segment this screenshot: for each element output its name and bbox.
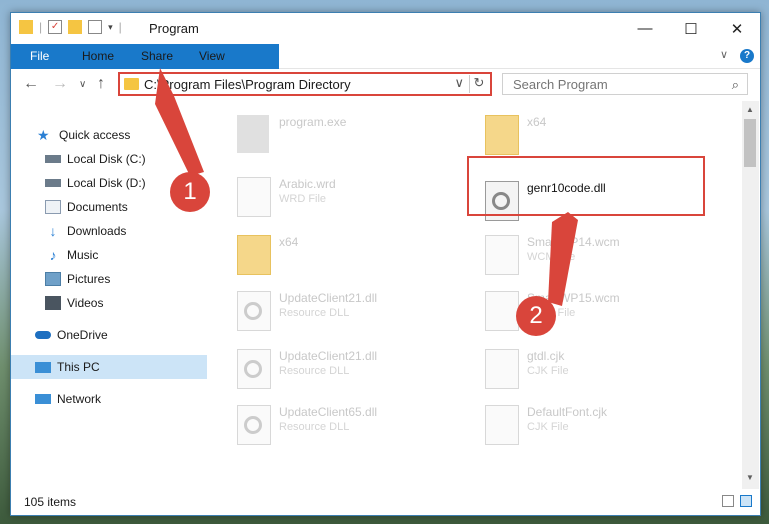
annotation-arrows xyxy=(155,68,578,306)
step-callout-1: 1 xyxy=(170,172,210,212)
arrow-2 xyxy=(548,212,578,306)
step-callout-2: 2 xyxy=(516,296,556,336)
arrow-1 xyxy=(155,68,204,176)
